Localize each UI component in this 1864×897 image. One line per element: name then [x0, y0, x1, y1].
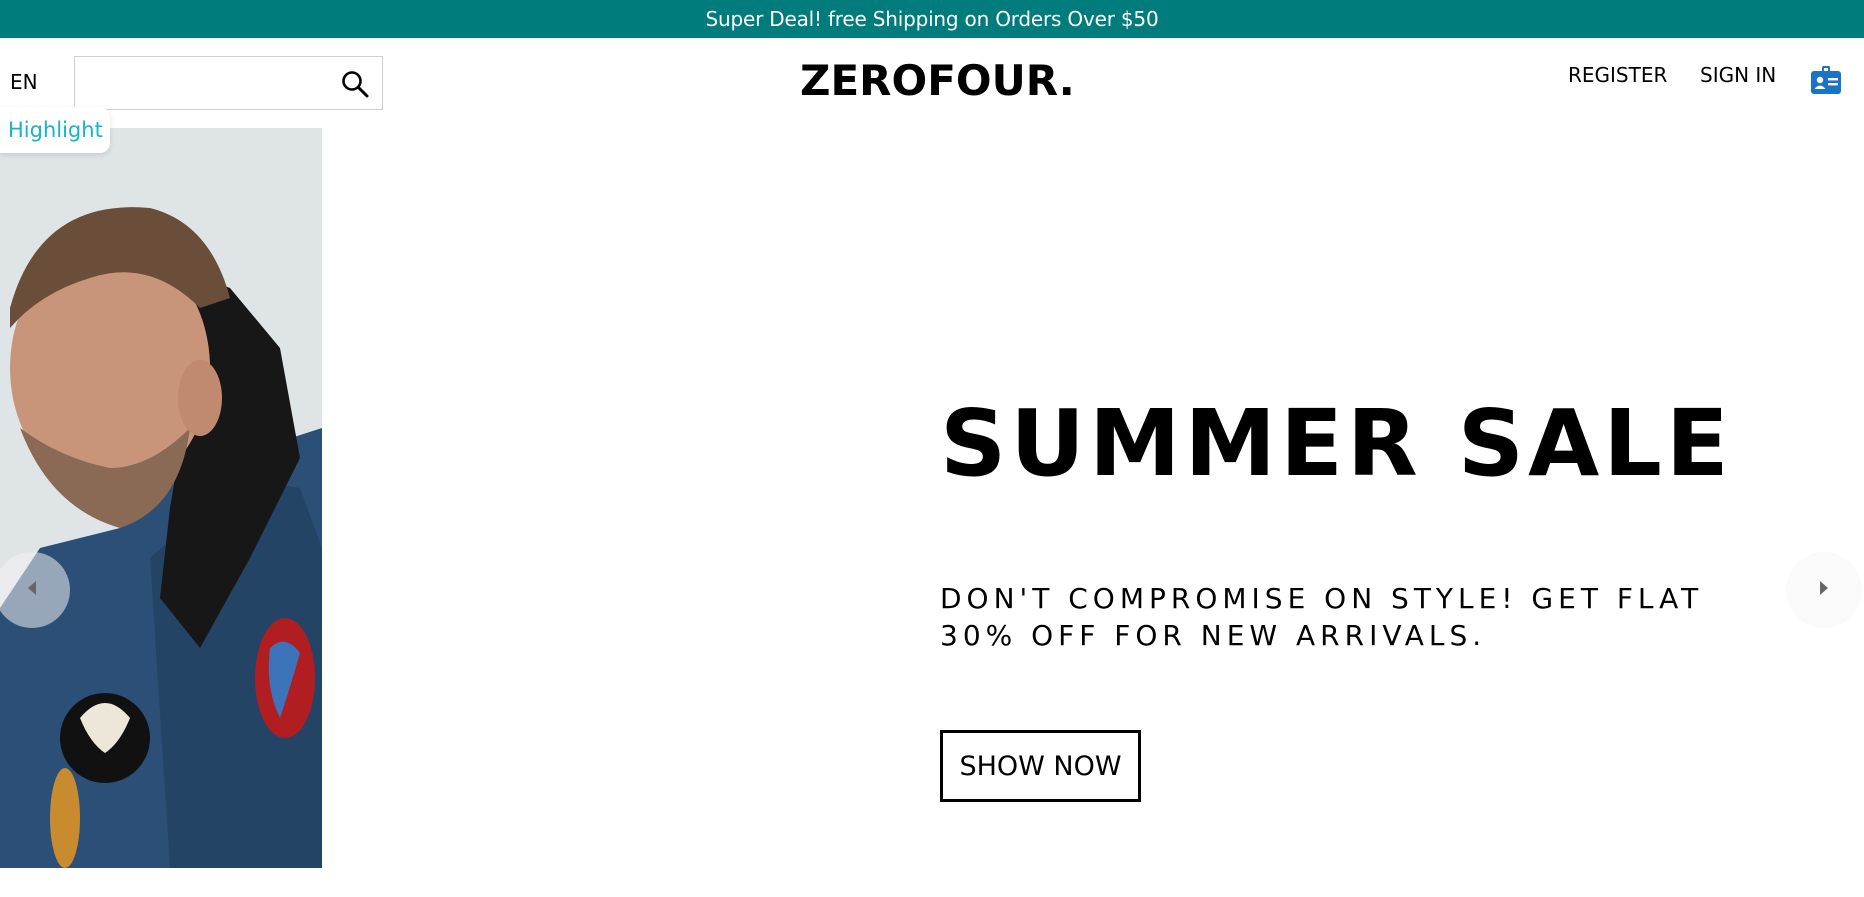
id-card-icon[interactable]	[1810, 64, 1842, 96]
announcement-text: Super Deal! free Shipping on Orders Over…	[705, 7, 1159, 31]
hero-model-image	[0, 128, 322, 868]
announcement-bar: Super Deal! free Shipping on Orders Over…	[0, 0, 1864, 38]
chevron-left-icon	[25, 579, 39, 602]
show-now-button[interactable]: SHOW NOW	[940, 730, 1141, 802]
chevron-right-icon	[1817, 579, 1831, 602]
highlight-tag[interactable]: Highlight	[0, 107, 110, 153]
site-header: EN ZEROFOUR. REGISTER SIGN IN	[0, 38, 1864, 128]
hero-subtitle: DON'T COMPROMISE ON STYLE! GET FLAT 30% …	[940, 582, 1704, 652]
language-selector[interactable]: EN	[10, 70, 38, 94]
sign-in-link[interactable]: SIGN IN	[1700, 63, 1776, 87]
register-link[interactable]: REGISTER	[1568, 63, 1667, 87]
search-input[interactable]	[83, 57, 333, 109]
carousel-next-button[interactable]	[1786, 552, 1862, 628]
highlight-label: Highlight	[8, 118, 103, 142]
brand-logo[interactable]: ZEROFOUR.	[800, 56, 1075, 105]
search-bar	[74, 56, 383, 110]
search-icon[interactable]	[340, 69, 370, 99]
hero-title: SUMMER SALE	[940, 390, 1733, 497]
